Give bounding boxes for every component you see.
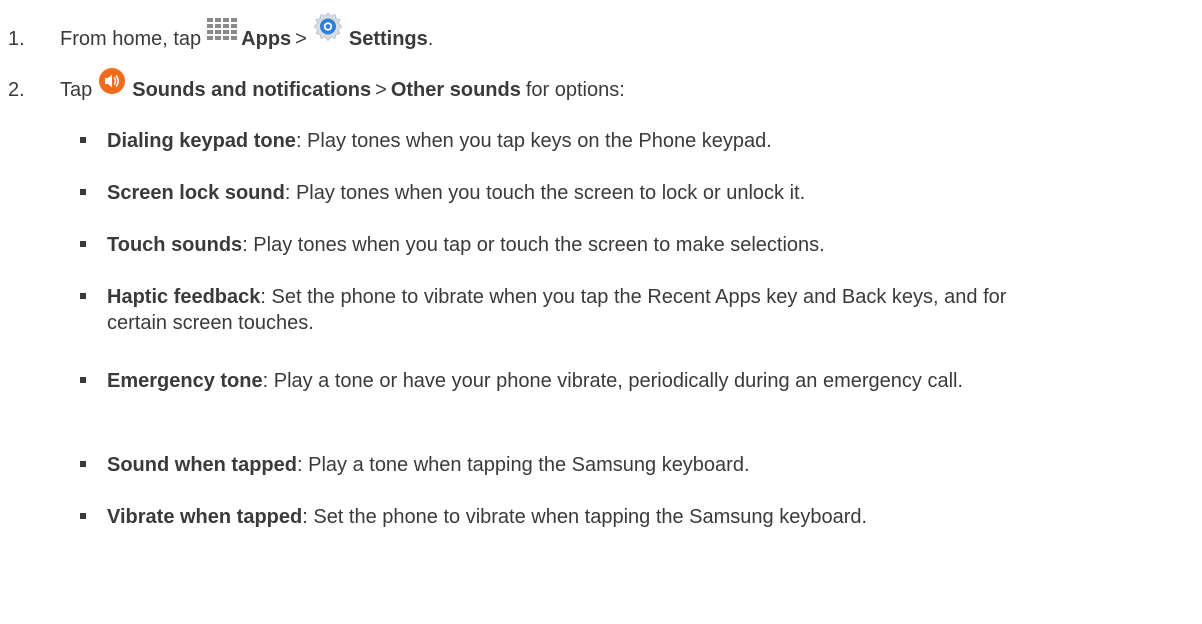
bullet-icon xyxy=(80,513,86,519)
option-term: Emergency tone xyxy=(107,370,263,392)
option-desc: : Play tones when you tap or touch the s… xyxy=(242,234,825,256)
bullet-icon xyxy=(80,189,86,195)
option-term: Sound when tapped xyxy=(107,454,297,476)
bullet-icon xyxy=(80,293,86,299)
list-item: Sound when tapped: Play a tone when tapp… xyxy=(80,452,1190,478)
step-text: Tap xyxy=(60,78,93,101)
option-desc: : Play a tone when tapping the Samsung k… xyxy=(297,454,750,476)
step-1: 1. From home, tap Apps > Settings . xyxy=(0,12,434,57)
step-number: 1. xyxy=(8,27,25,50)
bullet-icon xyxy=(80,461,86,467)
apps-label: Apps xyxy=(241,27,292,50)
other-sounds-label: Other sounds xyxy=(390,78,521,101)
option-term: Vibrate when tapped xyxy=(107,506,303,528)
step-2: 2. Tap Sounds and notifications > Other … xyxy=(0,68,625,107)
separator: > xyxy=(375,78,387,101)
bullet-icon xyxy=(80,377,86,383)
list-item: Haptic feedback: Set the phone to vibrat… xyxy=(80,284,1040,336)
option-term: Touch sounds xyxy=(107,234,243,256)
bullet-icon xyxy=(80,241,86,247)
list-item: Emergency tone: Play a tone or have your… xyxy=(80,368,1190,394)
sounds-label: Sounds and notifications xyxy=(132,78,372,101)
option-desc: : Play tones when you tap keys on the Ph… xyxy=(295,130,772,152)
settings-gear-icon xyxy=(313,12,343,49)
step-number: 2. xyxy=(8,78,25,101)
bullet-icon xyxy=(80,137,86,143)
option-term: Dialing keypad tone xyxy=(107,130,296,152)
list-item: Screen lock sound: Play tones when you t… xyxy=(80,180,1190,206)
apps-grid-icon xyxy=(207,18,238,47)
list-item: Dialing keypad tone: Play tones when you… xyxy=(80,128,1190,154)
option-desc: : Play a tone or have your phone vibrate… xyxy=(262,370,964,392)
list-item: Touch sounds: Play tones when you tap or… xyxy=(80,232,1190,258)
option-term: Haptic feedback xyxy=(107,286,261,308)
list-item: Vibrate when tapped: Set the phone to vi… xyxy=(80,504,1190,530)
option-desc: : Play tones when you touch the screen t… xyxy=(284,182,806,204)
step-text: From home, tap xyxy=(60,27,202,50)
option-term: Screen lock sound xyxy=(107,182,285,204)
step-end: for options: xyxy=(525,78,625,101)
step-end: . xyxy=(427,27,434,50)
sound-speaker-icon xyxy=(98,67,126,102)
separator: > xyxy=(295,27,307,50)
settings-label: Settings xyxy=(348,27,428,50)
option-desc: : Set the phone to vibrate when tapping … xyxy=(302,506,868,528)
